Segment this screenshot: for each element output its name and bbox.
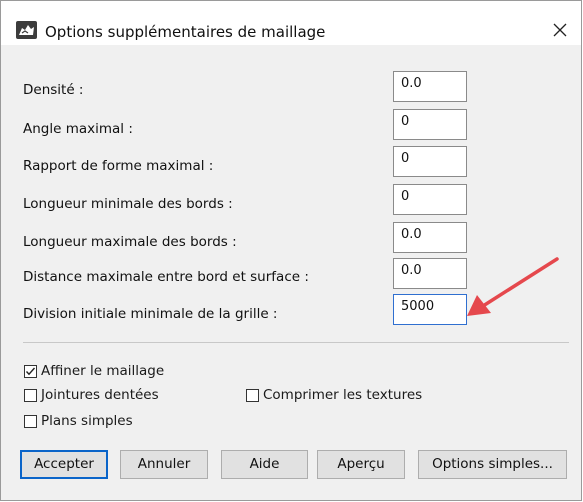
max-angle-label: Angle maximal : [23,121,133,137]
min-edge-length-label: Longueur minimale des bords : [23,196,233,212]
min-initial-grid-label: Division initiale minimale de la grille … [23,306,278,322]
title-bar: Options supplémentaires de maillage [1,1,581,45]
max-aspect-ratio-input[interactable] [393,146,467,177]
checkbox-label: Comprimer les textures [263,387,423,403]
checkbox-box[interactable] [24,414,37,428]
density-label: Densité : [23,82,84,98]
simple-planes-checkbox[interactable]: Plans simples [24,413,133,429]
checkbox-box[interactable] [246,388,259,402]
preview-button[interactable]: Aperçu [317,450,405,479]
mesh-options-dialog: Options supplémentaires de maillage Dens… [0,0,582,501]
pack-textures-checkbox[interactable]: Comprimer les textures [246,387,422,403]
window-title: Options supplémentaires de maillage [45,23,326,41]
checkbox-box[interactable] [24,364,37,378]
cancel-button[interactable]: Annuler [120,450,208,479]
help-button[interactable]: Aide [221,450,308,479]
accept-button[interactable]: Accepter [20,450,108,479]
refine-mesh-checkbox[interactable]: Affiner le maillage [24,363,164,379]
max-aspect-ratio-label: Rapport de forme maximal : [23,158,214,174]
close-button[interactable] [543,15,577,45]
max-angle-input[interactable] [393,109,467,140]
max-edge-length-label: Longueur maximale des bords : [23,234,237,250]
rhino-app-icon [16,21,37,39]
max-edge-surface-distance-label: Distance maximale entre bord et surface … [23,269,309,285]
checkbox-label: Affiner le maillage [41,363,165,379]
jagged-seams-checkbox[interactable]: Jointures dentées [24,387,159,403]
close-icon [553,23,567,37]
simple-options-button[interactable]: Options simples... [418,450,567,479]
checkbox-label: Jointures dentées [41,387,159,403]
checkbox-box[interactable] [24,388,37,402]
checkmark-icon [25,367,36,375]
min-edge-length-input[interactable] [393,184,467,215]
density-input[interactable] [393,71,467,102]
checkbox-label: Plans simples [41,413,133,429]
max-edge-length-input[interactable] [393,222,467,253]
max-edge-surface-distance-input[interactable] [393,258,467,289]
separator [23,342,569,343]
min-initial-grid-input[interactable] [393,294,467,325]
annotation-arrow [467,257,559,316]
